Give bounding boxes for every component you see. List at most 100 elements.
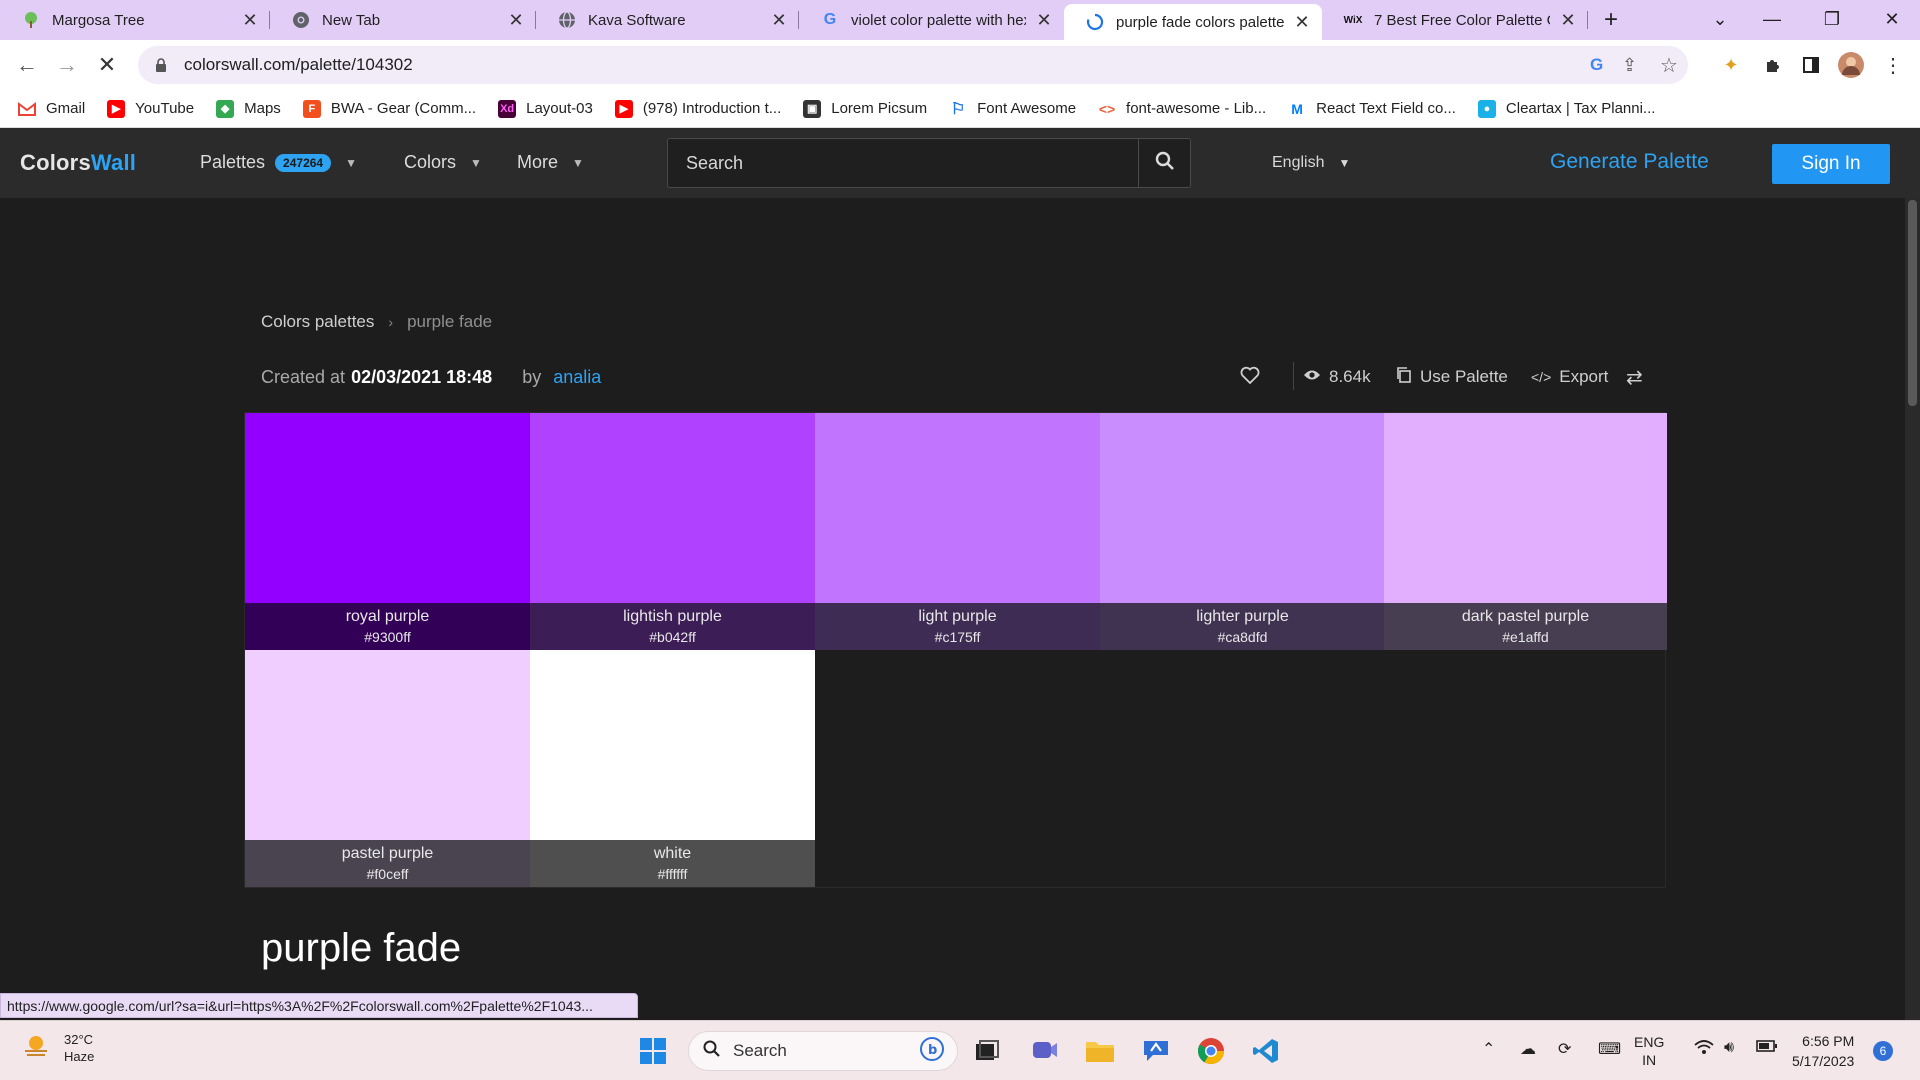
swatch-pastel-purple[interactable]: pastel purple #f0ceff — [245, 650, 530, 887]
swap-button[interactable]: ⇄ — [1626, 366, 1643, 389]
search-icon — [703, 1040, 721, 1063]
swatch-label: royal purple #9300ff — [245, 603, 530, 650]
tab-kava-software[interactable]: Kava Software ✕ — [536, 0, 799, 40]
chat-app-icon[interactable] — [1139, 1034, 1173, 1068]
code-icon: </> — [1531, 369, 1552, 385]
gmail-icon — [18, 100, 36, 118]
minimize-icon[interactable]: — — [1750, 4, 1794, 34]
bookmark-label: Layout-03 — [526, 100, 593, 117]
battery-icon[interactable] — [1756, 1039, 1778, 1058]
system-clock[interactable]: 6:56 PM 5/17/2023 — [1792, 1031, 1854, 1071]
author-link[interactable]: analia — [553, 367, 601, 388]
google-lens-icon[interactable]: G — [1590, 46, 1603, 84]
new-tab-button[interactable]: + — [1598, 8, 1624, 34]
nav-palettes[interactable]: Palettes 247264 ▼ — [200, 152, 357, 173]
bookmark-layout-03[interactable]: Xd Layout-03 — [498, 99, 593, 118]
chrome-menu-icon[interactable]: ⋮ — [1880, 52, 1906, 78]
scrollbar-thumb[interactable] — [1908, 200, 1917, 406]
breadcrumb-root-link[interactable]: Colors palettes — [261, 312, 374, 332]
nav-colors[interactable]: Colors ▼ — [404, 152, 482, 173]
vscode-icon[interactable] — [1249, 1034, 1283, 1068]
close-icon[interactable]: ✕ — [506, 10, 526, 30]
bookmark-gmail[interactable]: Gmail — [18, 100, 85, 118]
swatch-label: dark pastel purple #e1affd — [1384, 603, 1667, 650]
close-icon[interactable]: ✕ — [240, 10, 260, 30]
swatch-label: pastel purple #f0ceff — [245, 840, 530, 887]
bookmark-lorem-picsum[interactable]: ▣ Lorem Picsum — [803, 99, 927, 118]
logo-text-colors: Colors — [20, 150, 91, 175]
use-palette-button[interactable]: Use Palette — [1396, 366, 1508, 388]
bookmark-bwa-gear[interactable]: F BWA - Gear (Comm... — [302, 99, 476, 118]
weather-widget[interactable]: 32°C Haze — [22, 1031, 94, 1065]
bookmark-introduction[interactable]: ▶ (978) Introduction t... — [614, 99, 781, 118]
onedrive-icon[interactable]: ☁ — [1520, 1039, 1536, 1059]
search-button[interactable] — [1138, 139, 1190, 187]
export-button[interactable]: </> Export — [1531, 366, 1608, 388]
created-label: Created at — [261, 367, 346, 387]
input-language-indicator[interactable]: ENG IN — [1634, 1033, 1664, 1069]
logo-text-wall: Wall — [90, 150, 137, 175]
tab-new-tab[interactable]: New Tab ✕ — [270, 0, 536, 40]
tab-margosa-tree[interactable]: Margosa Tree ✕ — [0, 0, 270, 40]
close-icon[interactable]: ✕ — [1558, 10, 1578, 30]
like-button[interactable] — [1240, 366, 1260, 388]
close-icon[interactable]: ✕ — [769, 10, 789, 30]
nav-more[interactable]: More ▼ — [517, 152, 584, 173]
swatch-light-purple[interactable]: light purple #c175ff — [815, 413, 1100, 650]
tab-purple-fade-active[interactable]: purple fade colors palette | ✕ — [1064, 4, 1322, 40]
close-icon[interactable]: ✕ — [1034, 10, 1054, 30]
site-header: ColorsWall Palettes 247264 ▼ Colors ▼ Mo… — [0, 128, 1920, 198]
bookmark-youtube[interactable]: ▶ YouTube — [107, 99, 194, 118]
volume-icon[interactable]: 🔊︎ — [1724, 1039, 1734, 1057]
youtube-icon: ▶ — [614, 99, 633, 118]
tab-search-icon[interactable]: ⌄ — [1698, 4, 1742, 34]
chrome-taskbar-icon[interactable] — [1194, 1034, 1228, 1068]
side-panel-icon[interactable] — [1798, 52, 1824, 78]
swatch-white[interactable]: white #ffffff — [530, 650, 815, 887]
file-explorer-icon[interactable] — [1083, 1034, 1117, 1068]
bookmark-font-awesome[interactable]: ⚐ Font Awesome — [949, 100, 1076, 118]
bookmark-maps[interactable]: ◆ Maps — [216, 99, 281, 118]
extension-wand-icon[interactable]: ✦ — [1718, 52, 1744, 78]
taskbar-search[interactable]: Search b — [688, 1031, 958, 1071]
close-icon[interactable]: ✕ — [1292, 12, 1312, 32]
sign-in-button[interactable]: Sign In — [1772, 144, 1890, 184]
swatch-lighter-purple[interactable]: lighter purple #ca8dfd — [1100, 413, 1385, 650]
extensions-puzzle-icon[interactable] — [1760, 52, 1786, 78]
palette-grid: royal purple #9300ff lightish purple #b0… — [244, 412, 1667, 888]
forward-icon[interactable]: → — [52, 50, 82, 80]
back-icon[interactable]: ← — [12, 50, 42, 80]
bookmark-font-awesome-lib[interactable]: <> font-awesome - Lib... — [1098, 100, 1266, 118]
swatch-lightish-purple[interactable]: lightish purple #b042ff — [530, 413, 815, 650]
wix-icon: WiX — [1343, 14, 1363, 26]
tab-violet-color-palette[interactable]: G violet color palette with hex ✕ — [799, 0, 1064, 40]
wifi-icon[interactable] — [1694, 1039, 1714, 1060]
bookmark-star-icon[interactable]: ☆ — [1660, 46, 1678, 84]
swatch-dark-pastel-purple[interactable]: dark pastel purple #e1affd — [1384, 413, 1667, 650]
notification-badge[interactable]: 6 — [1873, 1041, 1893, 1061]
search-input[interactable] — [668, 139, 1138, 187]
views-value: 8.64k — [1329, 367, 1371, 386]
keyboard-icon[interactable]: ⌨ — [1598, 1039, 1621, 1059]
language-select[interactable]: English ▼ — [1272, 154, 1350, 172]
window-close-icon[interactable]: ✕ — [1870, 4, 1914, 34]
colorswall-logo[interactable]: ColorsWall — [20, 150, 136, 176]
generate-palette-link[interactable]: Generate Palette — [1550, 150, 1709, 174]
share-icon[interactable]: ⇪ — [1622, 46, 1637, 84]
bookmark-cleartax[interactable]: ● Cleartax | Tax Planni... — [1477, 99, 1655, 118]
show-hidden-icons-icon[interactable]: ⌃ — [1482, 1039, 1495, 1059]
windows-start-icon[interactable] — [636, 1034, 670, 1068]
teams-meet-icon[interactable] — [1028, 1034, 1062, 1068]
task-view-icon[interactable] — [970, 1034, 1004, 1068]
chevron-down-icon: ▼ — [572, 155, 584, 170]
swatch-royal-purple[interactable]: royal purple #9300ff — [245, 413, 530, 650]
omnibox[interactable]: colorswall.com/palette/104302 G ⇪ ☆ — [138, 46, 1688, 84]
sync-icon[interactable]: ⟳ — [1558, 1039, 1571, 1059]
tab-best-color-palette[interactable]: WiX 7 Best Free Color Palette Ge ✕ — [1322, 0, 1588, 40]
restore-icon[interactable]: ❐ — [1810, 4, 1854, 34]
profile-avatar[interactable] — [1838, 52, 1864, 78]
swap-arrows-icon: ⇄ — [1626, 366, 1643, 389]
bookmark-react-text-field[interactable]: M React Text Field co... — [1288, 100, 1456, 118]
stop-loading-icon[interactable]: ✕ — [92, 50, 122, 80]
swatch-name: light purple — [918, 608, 997, 625]
